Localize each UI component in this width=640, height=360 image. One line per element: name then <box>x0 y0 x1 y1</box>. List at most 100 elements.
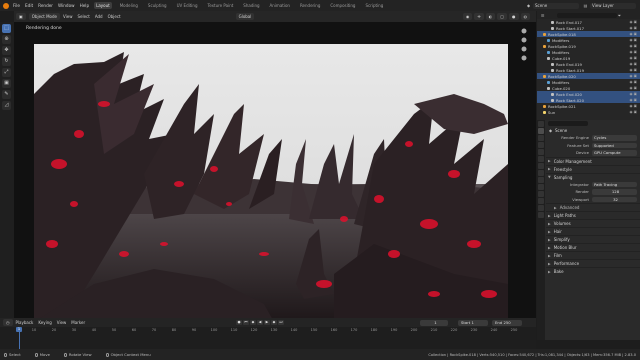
select-box-icon[interactable]: ⬚ <box>2 24 11 33</box>
panel-section-header[interactable]: ▶ Volumes <box>546 219 640 227</box>
visibility-toggle-icon[interactable]: ◉ ▣ <box>630 44 637 48</box>
filter-icon[interactable]: ⏷ <box>617 13 622 18</box>
world-tab-icon[interactable] <box>538 156 544 162</box>
visibility-toggle-icon[interactable]: ◉ ▣ <box>630 74 637 78</box>
visibility-toggle-icon[interactable]: ◉ ▣ <box>630 110 637 114</box>
modifier-tab-icon[interactable] <box>538 170 544 176</box>
visibility-toggle-icon[interactable]: ◉ ▣ <box>630 62 637 66</box>
jump-end-icon[interactable]: ⏭ <box>278 320 284 325</box>
overlay-icon[interactable]: ◐ <box>485 13 496 20</box>
feature-set-dropdown[interactable]: Supported <box>592 142 637 148</box>
panel-section-header[interactable]: ▶ Hair <box>546 227 640 235</box>
menu-add[interactable]: Add <box>95 14 103 19</box>
device-dropdown[interactable]: GPU Compute <box>592 150 637 156</box>
material-tab-icon[interactable] <box>538 205 544 211</box>
render-tab-icon[interactable] <box>538 128 544 134</box>
visibility-toggle-icon[interactable]: ◉ ▣ <box>630 104 637 108</box>
menu-view[interactable]: View <box>63 14 73 19</box>
panel-section-header[interactable]: ▶ Motion Blur <box>546 243 640 251</box>
menu-window[interactable]: Window <box>58 3 75 8</box>
menu-edit[interactable]: Edit <box>25 3 33 8</box>
visibility-toggle-icon[interactable]: ◉ ▣ <box>630 50 637 54</box>
scale-icon[interactable]: ⤢ <box>2 68 11 77</box>
visibility-toggle-icon[interactable]: ◉ ▣ <box>630 56 637 60</box>
menu-object[interactable]: Object <box>108 14 121 19</box>
tab-sculpting[interactable]: Sculpting <box>146 2 169 9</box>
render-engine-dropdown[interactable]: Cycles <box>592 135 637 141</box>
jump-start-icon[interactable]: ⏮ <box>243 320 249 325</box>
menu-file[interactable]: File <box>13 3 20 8</box>
panel-section-header[interactable]: ▶ Performance <box>546 259 640 267</box>
outliner-row[interactable]: Sun ◉ ▣ <box>537 109 640 115</box>
measure-icon[interactable]: ◿ <box>2 101 11 110</box>
move-icon[interactable]: ✥ <box>2 46 11 55</box>
properties-search-input[interactable] <box>548 121 588 126</box>
timeline-editor-type-button[interactable]: ◷ <box>3 319 13 326</box>
tab-animation[interactable]: Animation <box>268 2 292 9</box>
visibility-toggle-icon[interactable]: ◉ ▣ <box>630 92 637 96</box>
current-frame-field[interactable]: 1 <box>420 319 448 326</box>
texture-tab-icon[interactable] <box>538 212 544 218</box>
frame-ruler[interactable]: 10 20 30 40 50 60 70 80 90 100 110 120 130 140 150 160 1… <box>14 327 520 333</box>
xray-icon[interactable]: ▢ <box>497 13 507 20</box>
panel-section-header[interactable]: ▶ Color Management <box>546 156 640 165</box>
end-frame-field[interactable]: End 250 <box>492 319 522 326</box>
viewport-samples-field[interactable]: 32 <box>592 196 637 202</box>
menu-playback[interactable]: Playback <box>16 320 34 325</box>
panel-section-header[interactable]: ▶ Light Paths <box>546 211 640 219</box>
menu-marker[interactable]: Marker <box>71 320 85 325</box>
scene-selector[interactable]: Scene <box>533 2 579 9</box>
outliner-search-input[interactable] <box>557 12 617 18</box>
panel-section-header[interactable]: ▶ Film <box>546 251 640 259</box>
constraints-tab-icon[interactable] <box>538 191 544 197</box>
tab-shading[interactable]: Shading <box>241 2 261 9</box>
shading-solid-icon[interactable]: ● <box>509 13 519 20</box>
visibility-toggle-icon[interactable]: ◉ ▣ <box>630 32 637 36</box>
visibility-toggle-icon[interactable]: ◉ ▣ <box>630 26 637 30</box>
output-tab-icon[interactable] <box>538 135 544 141</box>
view-layer-tab-icon[interactable] <box>538 142 544 148</box>
panel-section-header[interactable]: ▶ Advanced <box>546 203 640 211</box>
menu-keying[interactable]: Keying <box>38 320 51 325</box>
menu-select[interactable]: Select <box>77 14 89 19</box>
integrator-dropdown[interactable]: Path Tracing <box>592 181 637 187</box>
blender-logo-icon[interactable] <box>3 2 9 9</box>
next-key-icon[interactable]: ◆ <box>271 320 277 325</box>
particles-tab-icon[interactable] <box>538 177 544 183</box>
visibility-toggle-icon[interactable]: ◉ ▣ <box>630 68 637 72</box>
outliner-type-icon[interactable]: ☰ <box>540 13 545 18</box>
visibility-toggle-icon[interactable]: ◉ ▣ <box>630 80 637 84</box>
panel-section-header[interactable]: ▶ Bake <box>546 267 640 275</box>
record-icon[interactable]: ● <box>236 320 242 325</box>
visibility-toggle-icon[interactable]: ◉ ▣ <box>630 98 637 102</box>
tab-uv-editing[interactable]: UV Editing <box>175 2 200 9</box>
play-icon[interactable]: ▶ <box>264 320 270 325</box>
tool-tab-icon[interactable] <box>538 121 544 127</box>
timeline-area[interactable]: 10 20 30 40 50 60 70 80 90 100 110 120 130 140 150 160 1… <box>0 327 536 349</box>
data-tab-icon[interactable] <box>538 198 544 204</box>
view-layer-selector[interactable]: View Layer <box>590 2 636 9</box>
gizmo-icon[interactable]: ✛ <box>474 13 484 20</box>
tab-compositing[interactable]: Compositing <box>328 2 357 9</box>
visibility-toggle-icon[interactable]: ◉ ▣ <box>630 38 637 42</box>
visibility-icon[interactable]: ◉ <box>462 13 473 20</box>
play-reverse-icon[interactable]: ◀ <box>257 320 263 325</box>
visibility-toggle-icon[interactable]: ◉ ▣ <box>630 20 637 24</box>
scene-tab-icon[interactable] <box>538 149 544 155</box>
menu-render[interactable]: Render <box>38 3 53 8</box>
prev-key-icon[interactable]: ◆ <box>250 320 256 325</box>
menu-timeline-view[interactable]: View <box>57 320 67 325</box>
mode-selector[interactable]: Object Mode <box>28 13 60 20</box>
panel-section-header[interactable]: ▶ Freestyle <box>546 164 640 173</box>
panel-section-header[interactable]: ▼ Sampling <box>546 172 640 181</box>
object-tab-icon[interactable] <box>538 163 544 169</box>
3d-viewport[interactable]: Rendering done <box>14 22 536 318</box>
tab-layout[interactable]: Layout <box>94 2 112 9</box>
panel-section-header[interactable]: ▶ Simplify <box>546 235 640 243</box>
editor-type-button[interactable]: ▣ <box>16 13 26 20</box>
start-frame-field[interactable]: Start 1 <box>458 319 488 326</box>
rotate-icon[interactable]: ↻ <box>2 57 11 66</box>
orientation-selector[interactable]: Global <box>235 13 255 20</box>
shading-rendered-icon[interactable]: ◍ <box>520 13 530 20</box>
tab-scripting[interactable]: Scripting <box>363 2 385 9</box>
